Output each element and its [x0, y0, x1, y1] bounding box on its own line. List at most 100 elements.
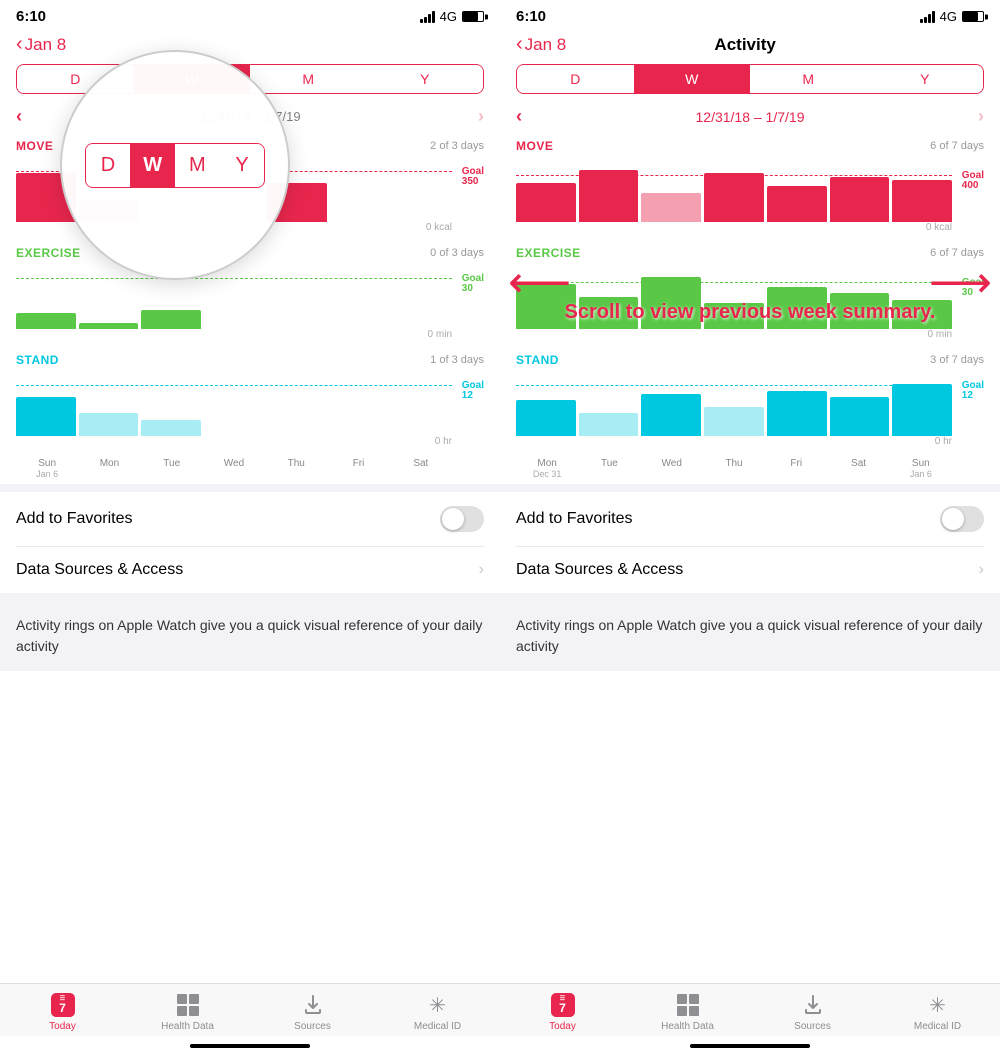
today-icon-right: ☰ 7	[550, 992, 576, 1018]
add-favorites-label-right: Add to Favorites	[516, 510, 633, 528]
magnifier-tabs-left: D W M Y	[85, 143, 266, 188]
back-button-left[interactable]: ‹ Jan 8	[16, 33, 66, 56]
axis-label-0-right: MonDec 31	[516, 458, 578, 480]
home-indicator-left	[0, 1036, 500, 1056]
tab-healthdata-right[interactable]: Health Data	[625, 992, 750, 1032]
stand-zero-right: 0 hr	[516, 436, 984, 447]
healthdata-icon-left	[175, 992, 201, 1018]
medicalid-icon-left: ✳	[425, 992, 451, 1018]
tab-medicalid-label-left: Medical ID	[414, 1021, 461, 1032]
exercise-zero-left: 0 min	[16, 329, 484, 340]
data-sources-label-right: Data Sources & Access	[516, 561, 683, 579]
move-bar-4-right	[767, 186, 827, 222]
exercise-chart-section-right: EXERCISE 6 of 7 days Goal30 0 min ⟵ ⟶ Sc…	[500, 246, 1000, 349]
data-sources-label-left: Data Sources & Access	[16, 561, 183, 579]
move-chart-section-right: MOVE 6 of 7 days Goal400 0 kcal	[500, 139, 1000, 242]
next-week-right[interactable]: ›	[978, 106, 984, 127]
stand-days-left: 1 of 3 days	[430, 354, 484, 366]
exercise-chart-section-left: EXERCISE 0 of 3 days Goal30 0 min	[0, 246, 500, 349]
sources-svg-left	[302, 994, 324, 1016]
back-button-right[interactable]: ‹ Jan 8	[516, 33, 566, 56]
tab-sources-right[interactable]: Sources	[750, 992, 875, 1032]
magnifier-tab-w-left[interactable]: W	[130, 144, 175, 187]
tab-today-right[interactable]: ☰ 7 Today	[500, 992, 625, 1032]
signal-icon-left	[420, 11, 435, 23]
add-favorites-row-right: Add to Favorites	[500, 492, 1000, 546]
medicalid-icon-right: ✳	[925, 992, 951, 1018]
exercise-label-left: EXERCISE	[16, 246, 81, 260]
signal-icon-right	[920, 11, 935, 23]
scroll-annotation-text: Scroll to view previous week summary.	[508, 301, 992, 324]
magnifier-content-left: D W M Y	[62, 143, 288, 188]
tab-y-right[interactable]: Y	[867, 65, 984, 93]
favorites-toggle-right[interactable]	[940, 506, 984, 532]
data-sources-row-right[interactable]: Data Sources & Access ›	[500, 547, 1000, 593]
right-arrow-icon: ⟶	[929, 261, 992, 305]
exercise-goal-line-left	[16, 278, 452, 279]
axis-label-3-left: Wed	[203, 458, 265, 480]
stand-bar-3-right	[704, 407, 764, 436]
data-sources-row-left[interactable]: Data Sources & Access ›	[0, 547, 500, 593]
date-range-row-right: ‹ 12/31/18 – 1/7/19 ›	[500, 102, 1000, 131]
tab-healthdata-left[interactable]: Health Data	[125, 992, 250, 1032]
stand-bar-1-right	[579, 413, 639, 436]
favorites-toggle-left[interactable]	[440, 506, 484, 532]
tab-today-left[interactable]: ☰ 7 Today	[0, 992, 125, 1032]
axis-label-0-left: SunJan 6	[16, 458, 78, 480]
tab-y-left[interactable]: Y	[367, 65, 484, 93]
tab-sources-label-right: Sources	[794, 1021, 831, 1032]
next-week-left[interactable]: ›	[478, 106, 484, 127]
tab-w-right[interactable]: W	[634, 65, 751, 93]
asterisk-icon-left: ✳	[426, 993, 450, 1017]
axis-row-right: MonDec 31 Tue Wed Thu Fri Sat SunJan 6	[516, 458, 984, 480]
prev-week-left[interactable]: ‹	[16, 106, 22, 127]
tab-today-label-left: Today	[49, 1021, 76, 1032]
exercise-zero-right: 0 min	[516, 329, 984, 340]
exercise-bar-0-left	[16, 313, 76, 329]
stand-chart-right: Goal12 0 hr	[516, 371, 984, 456]
tab-medicalid-right[interactable]: ✳ Medical ID	[875, 992, 1000, 1032]
stand-bar-5-right	[830, 397, 890, 436]
nav-bar-left: ‹ Jan 8	[0, 29, 500, 64]
tab-sources-left[interactable]: Sources	[250, 992, 375, 1032]
tab-healthdata-label-right: Health Data	[661, 1021, 714, 1032]
stand-bar-6-right	[892, 384, 952, 436]
exercise-chart-left: Goal30 0 min	[16, 264, 484, 349]
move-zero-right: 0 kcal	[516, 222, 984, 233]
exercise-days-left: 0 of 3 days	[430, 247, 484, 259]
battery-icon-right	[962, 11, 984, 22]
stand-bar-0-right	[516, 400, 576, 436]
move-bar-5-right	[830, 177, 890, 223]
status-time-right: 6:10	[516, 8, 546, 25]
move-bar-1-right	[579, 170, 639, 222]
sources-icon-left	[300, 992, 326, 1018]
nav-bar-right: ‹ Jan 8 Activity	[500, 29, 1000, 64]
prev-week-right[interactable]: ‹	[516, 106, 522, 127]
move-bar-6-right	[892, 180, 952, 222]
move-label-left: MOVE	[16, 139, 53, 153]
left-phone-panel: 6:10 4G ‹ Jan 8 D W M Y ‹ 12/31/18 – 1/7…	[0, 0, 500, 1056]
magnifier-tab-y-left[interactable]: Y	[220, 144, 265, 187]
move-goal-line-right	[516, 175, 952, 176]
status-icons-right: 4G	[920, 9, 984, 24]
move-goal-label-left: Goal350	[462, 167, 484, 187]
divider-1-right	[500, 484, 1000, 492]
stand-goal-label-left: Goal12	[462, 381, 484, 401]
tab-m-right[interactable]: M	[750, 65, 867, 93]
tab-medicalid-left[interactable]: ✳ Medical ID	[375, 992, 500, 1032]
today-calendar-icon-right: ☰ 7	[551, 993, 575, 1017]
tab-d-right[interactable]: D	[517, 65, 634, 93]
back-label-right: Jan 8	[525, 35, 567, 55]
tab-m-left[interactable]: M	[250, 65, 367, 93]
move-days-right: 6 of 7 days	[930, 140, 984, 152]
tab-medicalid-label-right: Medical ID	[914, 1021, 961, 1032]
magnifier-overlay-left: D W M Y	[60, 50, 290, 280]
data-sources-chevron-right: ›	[979, 561, 984, 579]
magnifier-tab-d-left[interactable]: D	[86, 144, 131, 187]
magnifier-tab-m-left[interactable]: M	[175, 144, 220, 187]
axis-label-2-right: Wed	[641, 458, 703, 480]
move-label-right: MOVE	[516, 139, 553, 153]
home-indicator-right	[500, 1036, 1000, 1056]
sources-icon-right	[800, 992, 826, 1018]
today-icon-left: ☰ 7	[50, 992, 76, 1018]
